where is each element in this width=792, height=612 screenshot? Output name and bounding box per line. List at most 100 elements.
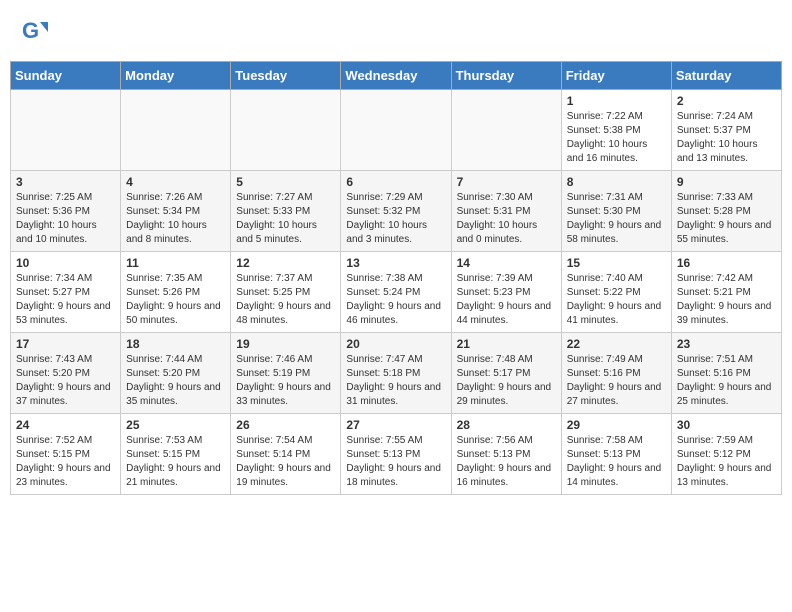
weekday-header-row: SundayMondayTuesdayWednesdayThursdayFrid…	[11, 62, 782, 90]
day-info: Sunrise: 7:51 AM Sunset: 5:16 PM Dayligh…	[677, 353, 776, 409]
calendar-cell: 29Sunrise: 7:58 AM Sunset: 5:13 PM Dayli…	[561, 414, 671, 495]
calendar-cell: 1 Sunrise: 7:22 AM Sunset: 5:38 PM Daylig…	[561, 90, 671, 171]
day-info: Sunrise: 7:26 AM Sunset: 5:34 PM Dayligh…	[126, 191, 225, 247]
calendar-week-row: 3 Sunrise: 7:25 AM Sunset: 5:36 PM Daylig…	[11, 171, 782, 252]
day-info: Sunrise: 7:58 AM Sunset: 5:13 PM Dayligh…	[567, 434, 666, 490]
calendar-cell: 22Sunrise: 7:49 AM Sunset: 5:16 PM Dayli…	[561, 333, 671, 414]
day-info: Sunrise: 7:54 AM Sunset: 5:14 PM Dayligh…	[236, 434, 335, 490]
calendar-cell: 17 Sunrise: 7:43 AM Sunset: 5:20 PM Dayli…	[11, 333, 121, 414]
calendar-cell: 24 Sunrise: 7:52 AM Sunset: 5:15 PM Dayli…	[11, 414, 121, 495]
day-number: 4	[126, 175, 225, 189]
day-number: 24	[16, 418, 115, 432]
day-info: Sunrise: 7:34 AM Sunset: 5:27 PM Dayligh…	[16, 272, 115, 328]
calendar-cell: 14 Sunrise: 7:39 AM Sunset: 5:23 PM Dayli…	[451, 252, 561, 333]
day-number: 11	[126, 256, 225, 270]
day-info: Sunrise: 7:35 AM Sunset: 5:26 PM Dayligh…	[126, 272, 225, 328]
day-info: Sunrise: 7:55 AM Sunset: 5:13 PM Dayligh…	[346, 434, 445, 490]
day-info: Sunrise: 7:39 AM Sunset: 5:23 PM Dayligh…	[457, 272, 556, 328]
day-number: 27	[346, 418, 445, 432]
day-info: Sunrise: 7:46 AM Sunset: 5:19 PM Dayligh…	[236, 353, 335, 409]
day-number: 25	[126, 418, 225, 432]
day-info: Sunrise: 7:47 AM Sunset: 5:18 PM Dayligh…	[346, 353, 445, 409]
day-number: 16	[677, 256, 776, 270]
calendar-cell: 9Sunrise: 7:33 AM Sunset: 5:28 PM Daylig…	[671, 171, 781, 252]
day-number: 12	[236, 256, 335, 270]
day-info: Sunrise: 7:22 AM Sunset: 5:38 PM Dayligh…	[567, 110, 666, 166]
weekday-header: Saturday	[671, 62, 781, 90]
calendar-cell: 6 Sunrise: 7:29 AM Sunset: 5:32 PM Daylig…	[341, 171, 451, 252]
calendar-week-row: 1 Sunrise: 7:22 AM Sunset: 5:38 PM Daylig…	[11, 90, 782, 171]
logo: G	[20, 18, 52, 51]
calendar-week-row: 24 Sunrise: 7:52 AM Sunset: 5:15 PM Dayli…	[11, 414, 782, 495]
calendar-week-row: 17 Sunrise: 7:43 AM Sunset: 5:20 PM Dayli…	[11, 333, 782, 414]
calendar-cell: 18Sunrise: 7:44 AM Sunset: 5:20 PM Dayli…	[121, 333, 231, 414]
day-info: Sunrise: 7:25 AM Sunset: 5:36 PM Dayligh…	[16, 191, 115, 247]
calendar-cell: 8 Sunrise: 7:31 AM Sunset: 5:30 PM Daylig…	[561, 171, 671, 252]
calendar-cell	[231, 90, 341, 171]
calendar-cell: 2 Sunrise: 7:24 AM Sunset: 5:37 PM Daylig…	[671, 90, 781, 171]
day-number: 8	[567, 175, 666, 189]
calendar-cell	[11, 90, 121, 171]
day-info: Sunrise: 7:59 AM Sunset: 5:12 PM Dayligh…	[677, 434, 776, 490]
calendar-cell: 25 Sunrise: 7:53 AM Sunset: 5:15 PM Dayli…	[121, 414, 231, 495]
weekday-header: Tuesday	[231, 62, 341, 90]
day-number: 2	[677, 94, 776, 108]
day-info: Sunrise: 7:49 AM Sunset: 5:16 PM Dayligh…	[567, 353, 666, 409]
calendar-cell: 16Sunrise: 7:42 AM Sunset: 5:21 PM Dayli…	[671, 252, 781, 333]
day-number: 23	[677, 337, 776, 351]
weekday-header: Monday	[121, 62, 231, 90]
calendar-cell	[451, 90, 561, 171]
calendar-cell: 20 Sunrise: 7:47 AM Sunset: 5:18 PM Dayli…	[341, 333, 451, 414]
day-info: Sunrise: 7:40 AM Sunset: 5:22 PM Dayligh…	[567, 272, 666, 328]
calendar-cell: 13 Sunrise: 7:38 AM Sunset: 5:24 PM Dayli…	[341, 252, 451, 333]
day-number: 28	[457, 418, 556, 432]
day-info: Sunrise: 7:38 AM Sunset: 5:24 PM Dayligh…	[346, 272, 445, 328]
calendar-cell: 11 Sunrise: 7:35 AM Sunset: 5:26 PM Dayli…	[121, 252, 231, 333]
day-info: Sunrise: 7:31 AM Sunset: 5:30 PM Dayligh…	[567, 191, 666, 247]
page-header: G	[10, 10, 782, 55]
day-number: 17	[16, 337, 115, 351]
day-number: 15	[567, 256, 666, 270]
calendar-cell: 19 Sunrise: 7:46 AM Sunset: 5:19 PM Dayli…	[231, 333, 341, 414]
day-number: 7	[457, 175, 556, 189]
day-info: Sunrise: 7:48 AM Sunset: 5:17 PM Dayligh…	[457, 353, 556, 409]
day-info: Sunrise: 7:37 AM Sunset: 5:25 PM Dayligh…	[236, 272, 335, 328]
calendar-cell: 30 Sunrise: 7:59 AM Sunset: 5:12 PM Dayli…	[671, 414, 781, 495]
day-number: 21	[457, 337, 556, 351]
calendar-cell: 4 Sunrise: 7:26 AM Sunset: 5:34 PM Daylig…	[121, 171, 231, 252]
day-info: Sunrise: 7:56 AM Sunset: 5:13 PM Dayligh…	[457, 434, 556, 490]
calendar-cell: 3 Sunrise: 7:25 AM Sunset: 5:36 PM Daylig…	[11, 171, 121, 252]
day-number: 1	[567, 94, 666, 108]
day-number: 14	[457, 256, 556, 270]
day-number: 30	[677, 418, 776, 432]
day-info: Sunrise: 7:33 AM Sunset: 5:28 PM Dayligh…	[677, 191, 776, 247]
calendar-cell: 5Sunrise: 7:27 AM Sunset: 5:33 PM Daylig…	[231, 171, 341, 252]
weekday-header: Sunday	[11, 62, 121, 90]
day-info: Sunrise: 7:52 AM Sunset: 5:15 PM Dayligh…	[16, 434, 115, 490]
day-number: 26	[236, 418, 335, 432]
day-number: 13	[346, 256, 445, 270]
calendar-cell	[121, 90, 231, 171]
calendar-cell	[341, 90, 451, 171]
calendar-cell: 10 Sunrise: 7:34 AM Sunset: 5:27 PM Dayli…	[11, 252, 121, 333]
day-number: 20	[346, 337, 445, 351]
day-info: Sunrise: 7:24 AM Sunset: 5:37 PM Dayligh…	[677, 110, 776, 166]
day-info: Sunrise: 7:53 AM Sunset: 5:15 PM Dayligh…	[126, 434, 225, 490]
calendar-cell: 12 Sunrise: 7:37 AM Sunset: 5:25 PM Dayli…	[231, 252, 341, 333]
day-number: 6	[346, 175, 445, 189]
day-number: 3	[16, 175, 115, 189]
day-info: Sunrise: 7:27 AM Sunset: 5:33 PM Dayligh…	[236, 191, 335, 247]
calendar-cell: 27 Sunrise: 7:55 AM Sunset: 5:13 PM Dayli…	[341, 414, 451, 495]
calendar-week-row: 10 Sunrise: 7:34 AM Sunset: 5:27 PM Dayli…	[11, 252, 782, 333]
svg-text:G: G	[22, 18, 39, 43]
calendar-table: SundayMondayTuesdayWednesdayThursdayFrid…	[10, 61, 782, 495]
day-number: 19	[236, 337, 335, 351]
calendar-cell: 26 Sunrise: 7:54 AM Sunset: 5:14 PM Dayli…	[231, 414, 341, 495]
day-number: 10	[16, 256, 115, 270]
weekday-header: Friday	[561, 62, 671, 90]
day-info: Sunrise: 7:43 AM Sunset: 5:20 PM Dayligh…	[16, 353, 115, 409]
day-info: Sunrise: 7:29 AM Sunset: 5:32 PM Dayligh…	[346, 191, 445, 247]
day-info: Sunrise: 7:30 AM Sunset: 5:31 PM Dayligh…	[457, 191, 556, 247]
calendar-cell: 28 Sunrise: 7:56 AM Sunset: 5:13 PM Dayli…	[451, 414, 561, 495]
weekday-header: Thursday	[451, 62, 561, 90]
